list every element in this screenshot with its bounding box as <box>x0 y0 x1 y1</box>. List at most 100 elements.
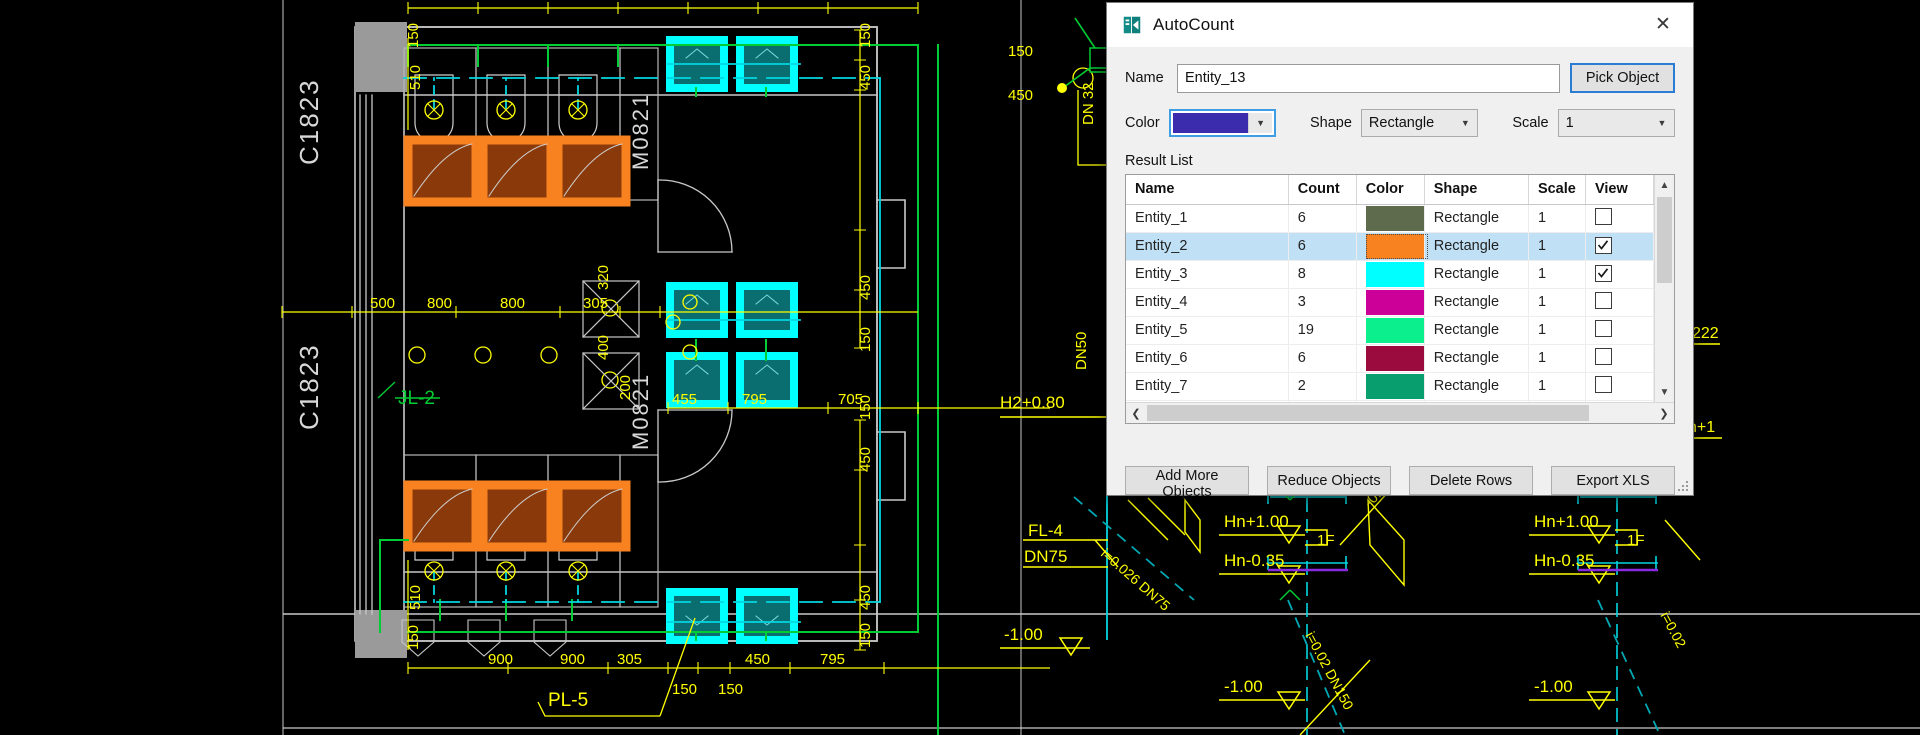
scroll-right-icon[interactable]: ❯ <box>1654 403 1674 423</box>
cell-color[interactable] <box>1356 316 1424 344</box>
col-header-shape[interactable]: Shape <box>1424 175 1528 204</box>
cell-color[interactable] <box>1356 344 1424 372</box>
orange-marker <box>558 485 626 547</box>
col-header-color[interactable]: Color <box>1356 175 1424 204</box>
view-checkbox[interactable] <box>1595 208 1612 225</box>
export-xls-button[interactable]: Export XLS <box>1551 466 1675 495</box>
vertical-scrollbar[interactable]: ▲ ▼ <box>1654 175 1674 402</box>
color-swatch[interactable] <box>1366 206 1428 231</box>
scroll-down-icon[interactable]: ▼ <box>1655 382 1674 402</box>
scroll-up-icon[interactable]: ▲ <box>1655 175 1674 195</box>
tag-c1823-top: C1823 <box>294 78 324 165</box>
cell-view[interactable] <box>1585 372 1653 400</box>
view-checkbox[interactable] <box>1595 376 1612 393</box>
text-neg100-left: -1.00 <box>1004 625 1043 644</box>
reduce-objects-button[interactable]: Reduce Objects <box>1267 466 1391 495</box>
dim-510-l2: 510 <box>407 585 424 610</box>
color-label: Color <box>1125 115 1160 131</box>
scale-value: 1 <box>1559 115 1650 131</box>
dialog-footer: Add More Objects Reduce Objects Delete R… <box>1107 452 1693 495</box>
close-icon[interactable]: ✕ <box>1635 3 1691 46</box>
table-row[interactable]: Entity_16Rectangle1 <box>1126 204 1654 232</box>
cell-color[interactable] <box>1356 232 1424 260</box>
scale-select[interactable]: 1 ▼ <box>1558 109 1675 137</box>
cell-view[interactable] <box>1585 344 1653 372</box>
cell-view[interactable] <box>1585 316 1653 344</box>
vertical-scroll-thumb[interactable] <box>1657 197 1672 283</box>
result-table: Name Count Color Shape Scale View Entity… <box>1126 175 1654 402</box>
color-swatch[interactable] <box>1366 374 1428 399</box>
table-row[interactable]: Entity_519Rectangle1 <box>1126 316 1654 344</box>
chevron-down-icon[interactable]: ▼ <box>1453 110 1477 136</box>
tag-m0821-top: M0821 <box>628 93 653 170</box>
delete-rows-button[interactable]: Delete Rows <box>1409 466 1533 495</box>
dim-150b: 150 <box>718 681 743 698</box>
shape-value: Rectangle <box>1362 115 1453 131</box>
cell-color[interactable] <box>1356 204 1424 232</box>
cell-view[interactable] <box>1585 288 1653 316</box>
horizontal-scrollbar[interactable]: ❮ ❯ <box>1126 402 1674 423</box>
cell-color[interactable] <box>1356 288 1424 316</box>
properties-row: Color ▼ Shape Rectangle ▼ Scale 1 ▼ <box>1125 109 1675 137</box>
view-checkbox[interactable] <box>1595 237 1612 254</box>
table-row[interactable]: Entity_72Rectangle1 <box>1126 372 1654 400</box>
add-more-objects-button[interactable]: Add More Objects <box>1125 466 1249 495</box>
cell-view[interactable] <box>1585 204 1653 232</box>
color-picker-combo[interactable]: ▼ <box>1169 109 1276 137</box>
scroll-left-icon[interactable]: ❮ <box>1126 403 1146 423</box>
view-checkbox[interactable] <box>1595 320 1612 337</box>
cell-count: 6 <box>1288 204 1356 232</box>
view-checkbox[interactable] <box>1595 348 1612 365</box>
view-checkbox[interactable] <box>1595 265 1612 282</box>
scale-label: Scale <box>1512 115 1548 131</box>
table-row[interactable]: Entity_66Rectangle1 <box>1126 344 1654 372</box>
cell-color[interactable] <box>1356 372 1424 400</box>
view-checkbox[interactable] <box>1595 292 1612 309</box>
name-input[interactable] <box>1177 64 1560 93</box>
pick-object-button[interactable]: Pick Object <box>1570 63 1675 93</box>
color-swatch[interactable] <box>1366 346 1428 371</box>
text-dn50-a: DN50 <box>1073 332 1090 370</box>
resize-grip-icon[interactable] <box>1678 481 1690 493</box>
cell-color[interactable] <box>1356 260 1424 288</box>
col-header-count[interactable]: Count <box>1288 175 1356 204</box>
dim-450-r2: 450 <box>857 275 874 300</box>
color-swatch[interactable] <box>1366 318 1428 343</box>
color-swatch[interactable] <box>1366 262 1428 287</box>
table-body: Entity_16Rectangle1Entity_26Rectangle1En… <box>1126 204 1654 402</box>
chevron-down-icon[interactable]: ▼ <box>1650 110 1674 136</box>
text-dn75: DN75 <box>1024 547 1067 566</box>
orange-marker <box>558 140 626 202</box>
dim-150-r1: 150 <box>857 23 874 48</box>
table-row[interactable]: Entity_38Rectangle1 <box>1126 260 1654 288</box>
horizontal-scroll-thumb[interactable] <box>1147 405 1589 421</box>
table-row[interactable]: Entity_26Rectangle1 <box>1126 232 1654 260</box>
dim-305a: 305 <box>583 295 608 312</box>
vertical-scroll-track[interactable] <box>1655 195 1674 382</box>
text-partial-222: 222 <box>1692 325 1719 342</box>
cell-shape: Rectangle <box>1424 260 1528 288</box>
color-swatch[interactable] <box>1366 290 1428 315</box>
result-list-grid[interactable]: Name Count Color Shape Scale View Entity… <box>1125 174 1675 424</box>
autocount-dialog[interactable]: AutoCount ✕ Name Pick Object Color ▼ Sha… <box>1106 2 1694 496</box>
grid-inner: Name Count Color Shape Scale View Entity… <box>1126 175 1674 402</box>
dim-450-r1: 450 <box>857 65 874 90</box>
cell-view[interactable] <box>1585 232 1653 260</box>
chevron-down-icon[interactable]: ▼ <box>1248 113 1272 133</box>
dialog-titlebar[interactable]: AutoCount ✕ <box>1107 3 1693 47</box>
horizontal-scroll-track[interactable] <box>1146 403 1654 423</box>
dim-400: 400 <box>595 335 612 360</box>
col-header-view[interactable]: View <box>1585 175 1653 204</box>
table-row[interactable]: Entity_43Rectangle1 <box>1126 288 1654 316</box>
cell-scale: 1 <box>1528 344 1585 372</box>
col-header-scale[interactable]: Scale <box>1528 175 1585 204</box>
cell-view[interactable] <box>1585 260 1653 288</box>
dim-305b: 305 <box>617 651 642 668</box>
tag-m0821-bottom: M0821 <box>628 373 653 450</box>
shape-select[interactable]: Rectangle ▼ <box>1361 109 1478 137</box>
dim-150-l2: 150 <box>405 625 422 650</box>
dim-900a: 900 <box>488 651 513 668</box>
dim-455: 455 <box>672 391 697 408</box>
col-header-name[interactable]: Name <box>1126 175 1288 204</box>
color-swatch[interactable] <box>1366 234 1428 259</box>
